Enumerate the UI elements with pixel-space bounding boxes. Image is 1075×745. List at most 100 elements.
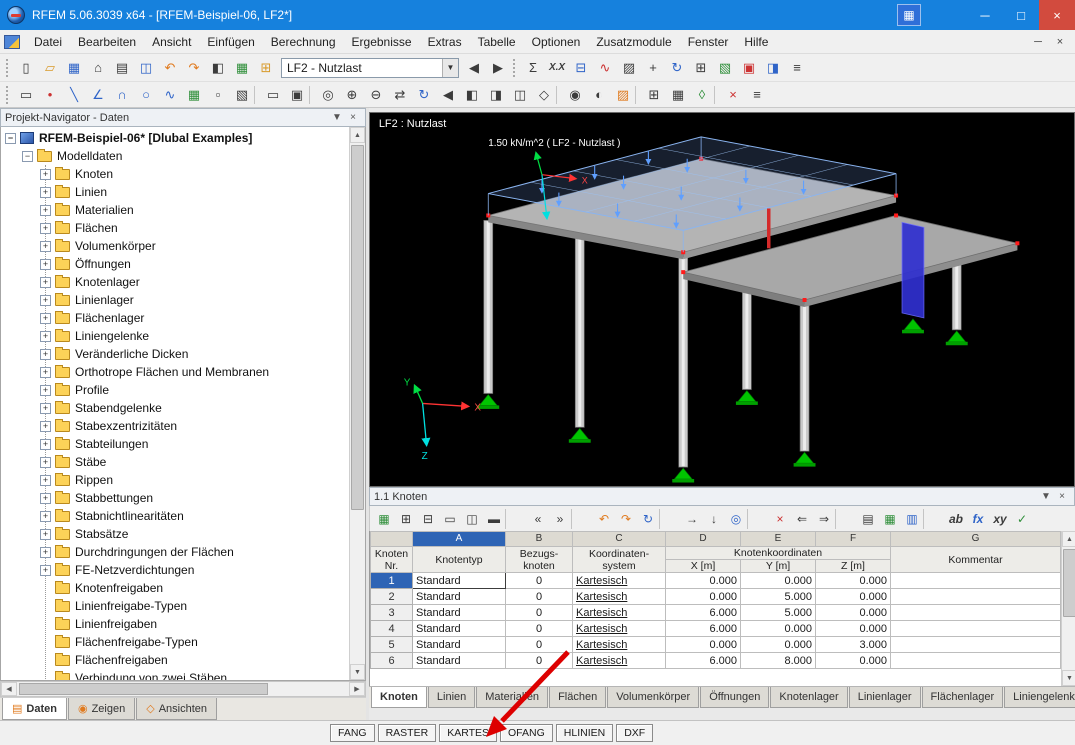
tree-item[interactable]: + Linienlager — [1, 291, 365, 309]
opening-tool-icon[interactable]: ▫ — [206, 84, 230, 106]
child-minimize-button[interactable]: ─ — [1027, 33, 1049, 51]
model-viewport[interactable]: X X Y Z LF2 : Nutzlast 1.50 kN/m^2 ( LF2… — [369, 112, 1075, 487]
render-icon[interactable]: ▨ — [611, 84, 635, 106]
tree-item[interactable]: + Linienfreigabe-Typen — [1, 597, 365, 615]
tree-item[interactable]: + Flächenlager — [1, 309, 365, 327]
tree-item[interactable]: + Stabteilungen — [1, 435, 365, 453]
tree-root[interactable]: − RFEM-Beispiel-06* [Dlubal Examples] — [1, 129, 365, 147]
column-letter[interactable]: G — [890, 531, 1061, 547]
menu-item[interactable]: Extras — [420, 32, 470, 52]
x-cell[interactable]: 6.000 — [665, 604, 741, 622]
view-in-z-icon[interactable]: ◫ — [508, 84, 532, 106]
bezugsknoten-cell[interactable]: 0 — [505, 652, 573, 670]
view-in-y-icon[interactable]: ◨ — [484, 84, 508, 106]
tree-item[interactable]: + Stabexzentrizitäten — [1, 417, 365, 435]
ole-icon[interactable]: ▥ — [901, 509, 923, 529]
tree-item[interactable]: + Verbindung von zwei Stäben — [1, 669, 365, 680]
table-tab-linienlager[interactable]: Linienlager — [848, 687, 921, 708]
column-letter[interactable]: E — [740, 531, 816, 547]
bezugsknoten-cell[interactable]: 0 — [505, 604, 573, 622]
bezugsknoten-cell[interactable]: 0 — [505, 572, 573, 590]
column-letter[interactable]: C — [572, 531, 666, 547]
pan-icon[interactable]: ⇄ — [388, 84, 412, 106]
child-close-button[interactable]: × — [1049, 33, 1071, 51]
menu-item[interactable]: Datei — [26, 32, 70, 52]
table-active-icon[interactable]: ▦ — [373, 509, 395, 529]
zoom-out-icon[interactable]: ⊖ — [364, 84, 388, 106]
work-plane-icon[interactable]: ◊ — [690, 84, 714, 106]
snap-icon[interactable]: ⊞ — [642, 84, 666, 106]
koordinatensystem-cell[interactable]: Kartesisch — [572, 620, 666, 638]
print-table-icon[interactable]: ▤ — [857, 509, 879, 529]
scroll-left-icon[interactable]: ◀ — [1, 682, 17, 696]
scroll-up-icon[interactable]: ▲ — [1062, 531, 1075, 547]
close-icon[interactable]: × — [345, 110, 361, 125]
separator[interactable] — [835, 508, 857, 529]
tree-item[interactable]: + Veränderliche Dicken — [1, 345, 365, 363]
calculation-icon[interactable]: ⊟ — [569, 57, 593, 79]
tree-item-modelldaten[interactable]: − Modelldaten — [1, 147, 365, 165]
excel-icon[interactable]: ▦ — [879, 509, 901, 529]
move-model-icon[interactable]: + — [641, 57, 665, 79]
panel-toggle-icon[interactable]: ◨ — [761, 57, 785, 79]
move-right-icon[interactable]: » — [549, 509, 571, 529]
table-tab-flaechenlager[interactable]: Flächenlager — [921, 687, 1004, 708]
redo-icon[interactable]: ↷ — [615, 509, 637, 529]
separator[interactable] — [556, 85, 563, 104]
polyline-tool-icon[interactable]: ∠ — [86, 84, 110, 106]
spline-tool-icon[interactable]: ∿ — [158, 84, 182, 106]
expand-icon[interactable]: + — [40, 222, 51, 234]
column-letter[interactable]: F — [815, 531, 891, 547]
loads-dialog-icon[interactable]: Σ — [521, 57, 545, 79]
minimize-button[interactable]: ─ — [967, 0, 1003, 30]
table-row[interactable]: 1 Standard 0 Kartesisch 0.000 0.000 0.00… — [370, 572, 1061, 590]
expand-icon[interactable]: + — [40, 564, 51, 576]
empty-row-icon[interactable]: ▭ — [439, 509, 461, 529]
bezugsknoten-cell[interactable]: 0 — [505, 588, 573, 606]
expand-icon[interactable]: + — [40, 312, 51, 324]
expand-icon[interactable]: + — [40, 438, 51, 450]
x-cell[interactable]: 6.000 — [665, 652, 741, 670]
toggle-kartes[interactable]: KARTES — [439, 724, 498, 742]
scroll-right-icon[interactable]: ▶ — [349, 682, 365, 696]
expand-icon[interactable]: + — [40, 240, 51, 252]
tree-item[interactable]: + Flächenfreigaben — [1, 651, 365, 669]
results-icon[interactable]: ∿ — [593, 57, 617, 79]
kommentar-cell[interactable] — [890, 636, 1061, 654]
x-cell[interactable]: 6.000 — [665, 620, 741, 638]
pin-icon[interactable]: ▼ — [1038, 489, 1054, 504]
z-cell[interactable]: 0.000 — [815, 588, 891, 606]
delete-icon[interactable]: × — [721, 84, 745, 106]
row-number-cell[interactable]: 3 — [370, 604, 413, 622]
fe-mesh-icon[interactable]: ⊞ — [689, 57, 713, 79]
select-in-graphic-icon[interactable]: ◎ — [725, 509, 747, 529]
display-options-icon[interactable]: ≡ — [785, 57, 809, 79]
table-row[interactable]: 2 Standard 0 Kartesisch 0.000 5.000 0.00… — [370, 588, 1061, 606]
toolbar-grip[interactable] — [513, 58, 518, 77]
menu-item[interactable]: Einfügen — [199, 32, 262, 52]
line-tool-icon[interactable]: ╲ — [62, 84, 86, 106]
menu-item[interactable]: Hilfe — [736, 32, 776, 52]
menu-item[interactable]: Ergebnisse — [344, 32, 420, 52]
y-cell[interactable]: 0.000 — [740, 620, 816, 638]
expand-icon[interactable]: + — [40, 456, 51, 468]
new-file-icon[interactable]: ▯ — [14, 57, 38, 79]
row-number-cell[interactable]: 5 — [370, 636, 413, 654]
expand-icon[interactable]: + — [40, 348, 51, 360]
tree-item[interactable]: + Stabbettungen — [1, 489, 365, 507]
row-number-cell[interactable]: 6 — [370, 652, 413, 670]
koordinatensystem-cell[interactable]: Kartesisch — [572, 604, 666, 622]
menu-item[interactable]: Tabelle — [470, 32, 524, 52]
table-tab-liniengelenke[interactable]: Liniengelenke — [1004, 687, 1075, 708]
z-cell[interactable]: 0.000 — [815, 620, 891, 638]
move-left-icon[interactable]: « — [527, 509, 549, 529]
table-tab-flaechen[interactable]: Flächen — [549, 687, 607, 708]
select-icon[interactable]: ▭ — [261, 84, 285, 106]
expand-icon[interactable]: + — [40, 420, 51, 432]
decimal-format-icon[interactable]: X.X — [545, 57, 569, 79]
floating-panel-button[interactable]: ▦ — [897, 4, 921, 26]
toolbar-grip[interactable] — [6, 58, 11, 77]
import-icon[interactable]: ⇐ — [791, 509, 813, 529]
collapse-icon[interactable]: − — [22, 150, 33, 162]
kommentar-cell[interactable] — [890, 620, 1061, 638]
